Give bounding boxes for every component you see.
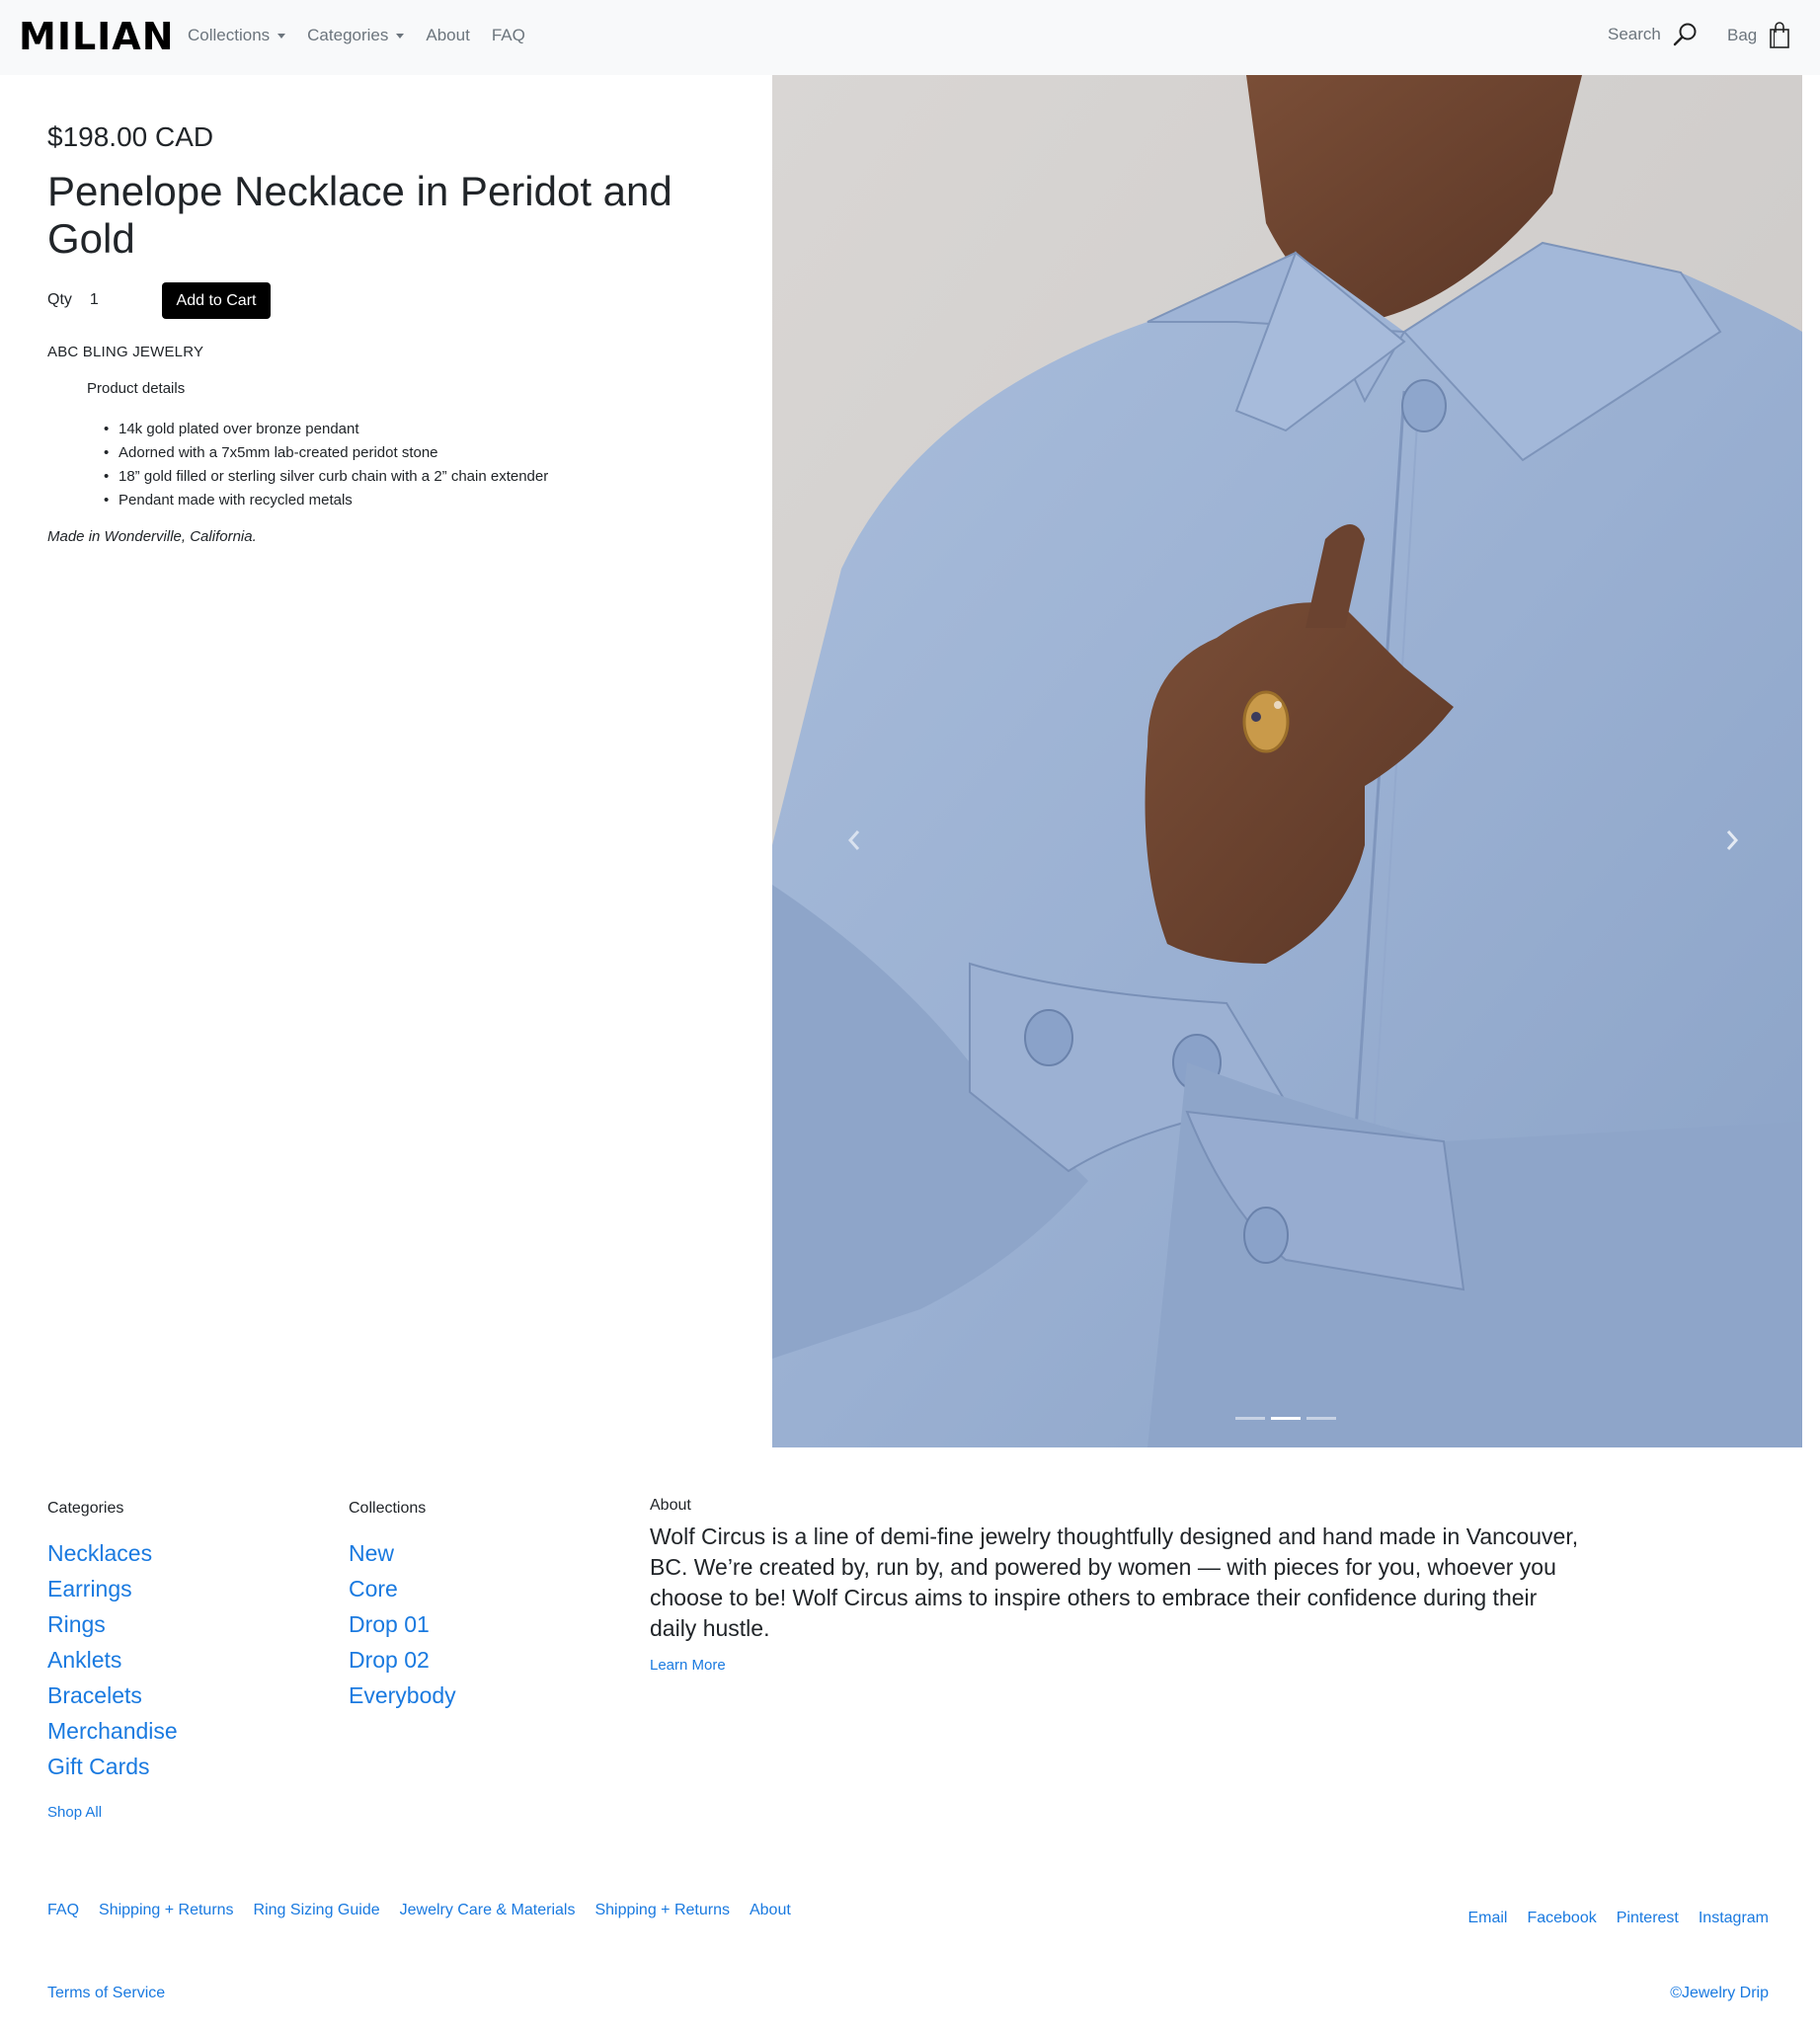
carousel-indicator[interactable] (1235, 1417, 1265, 1420)
nav-categories-label: Categories (307, 26, 389, 44)
carousel-indicators (1235, 1417, 1336, 1420)
social-instagram-link[interactable]: Instagram (1699, 1910, 1769, 1927)
footer-link-rings[interactable]: Rings (47, 1606, 178, 1642)
shopping-bag-icon (1770, 22, 1790, 48)
footer-categories-heading: Categories (47, 1500, 124, 1517)
nav-categories-dropdown[interactable]: Categories (307, 26, 405, 45)
search-label: Search (1608, 25, 1661, 43)
chevron-down-icon (396, 33, 405, 39)
add-to-cart-button[interactable]: Add to Cart (162, 282, 271, 319)
list-item: Adorned with a 7x5mm lab-created peridot… (104, 441, 548, 465)
footer-link-merchandise[interactable]: Merchandise (47, 1713, 178, 1749)
quantity-input[interactable] (89, 285, 159, 315)
brand-logo[interactable]: MILIAN (19, 14, 175, 59)
footer-categories-list: Necklaces Earrings Rings Anklets Bracele… (47, 1535, 178, 1784)
footer-ring-sizing-link[interactable]: Ring Sizing Guide (254, 1902, 380, 1919)
product-photo (772, 75, 1802, 1447)
footer-link-earrings[interactable]: Earrings (47, 1571, 178, 1606)
footer-link-bracelets[interactable]: Bracelets (47, 1678, 178, 1713)
carousel-next-button[interactable] (1717, 825, 1747, 855)
footer-bottom-links: FAQ Shipping + Returns Ring Sizing Guide… (47, 1902, 811, 1919)
footer-link-everybody[interactable]: Everybody (349, 1678, 456, 1713)
social-pinterest-link[interactable]: Pinterest (1617, 1910, 1679, 1927)
qty-label: Qty (47, 291, 72, 308)
social-facebook-link[interactable]: Facebook (1527, 1910, 1596, 1927)
footer-link-anklets[interactable]: Anklets (47, 1642, 178, 1678)
bag-label: Bag (1727, 26, 1758, 44)
list-item: 18” gold filled or sterling silver curb … (104, 465, 548, 489)
nav-collections-label: Collections (188, 26, 271, 44)
carousel-indicator[interactable] (1306, 1417, 1336, 1420)
footer-collections-list: New Core Drop 01 Drop 02 Everybody (349, 1535, 456, 1713)
social-email-link[interactable]: Email (1467, 1910, 1507, 1927)
navbar: MILIAN Collections Categories About FAQ … (0, 0, 1820, 75)
footer-faq-link[interactable]: FAQ (47, 1902, 79, 1919)
product-image-carousel[interactable] (772, 75, 1802, 1447)
footer-about-text: Wolf Circus is a line of demi-fine jewel… (650, 1523, 1579, 1641)
nav-faq-link[interactable]: FAQ (492, 26, 525, 45)
quantity-stepper: ▲ ▼ (89, 285, 181, 315)
learn-more-link[interactable]: Learn More (650, 1657, 726, 1674)
carousel-prev-button[interactable] (839, 825, 869, 855)
quantity-row: Qty ▲ ▼ (47, 282, 181, 318)
chevron-right-icon (1726, 830, 1739, 850)
carousel-indicator-active[interactable] (1271, 1417, 1301, 1420)
chevron-down-icon (277, 33, 286, 39)
footer-shipping-returns-link[interactable]: Shipping + Returns (99, 1902, 234, 1919)
shop-all-link[interactable]: Shop All (47, 1804, 102, 1821)
list-item: 14k gold plated over bronze pendant (104, 418, 548, 441)
made-in-text: Made in Wonderville, California. (47, 528, 257, 545)
nav-about-link[interactable]: About (426, 26, 469, 45)
footer-about-link[interactable]: About (750, 1902, 791, 1919)
footer-link-new[interactable]: New (349, 1535, 456, 1571)
footer-link-drop-01[interactable]: Drop 01 (349, 1606, 456, 1642)
footer-shipping-returns-link-2[interactable]: Shipping + Returns (594, 1902, 730, 1919)
product-details-heading: Product details (87, 380, 186, 397)
footer-link-gift-cards[interactable]: Gift Cards (47, 1749, 178, 1784)
nav-collections-dropdown[interactable]: Collections (188, 26, 286, 45)
chevron-left-icon (847, 830, 860, 850)
footer-link-drop-02[interactable]: Drop 02 (349, 1642, 456, 1678)
footer-link-necklaces[interactable]: Necklaces (47, 1535, 178, 1571)
product-price: $198.00 CAD (47, 121, 214, 152)
terms-of-service-link[interactable]: Terms of Service (47, 1985, 165, 2002)
search-button[interactable]: Search (1608, 22, 1699, 47)
copyright-text: ©Jewelry Drip (1670, 1985, 1769, 2001)
footer-social-links: Email Facebook Pinterest Instagram (1448, 1910, 1769, 1927)
list-item: Pendant made with recycled metals (104, 489, 548, 512)
footer-jewelry-care-link[interactable]: Jewelry Care & Materials (400, 1902, 576, 1919)
product-details-list: 14k gold plated over bronze pendant Ador… (104, 418, 548, 512)
product-title: Penelope Necklace in Peridot and Gold (47, 168, 673, 262)
footer-link-core[interactable]: Core (349, 1571, 456, 1606)
product-brand: ABC BLING JEWELRY (47, 344, 204, 360)
footer-about-heading: About (650, 1497, 691, 1514)
search-icon (1673, 23, 1697, 46)
footer-collections-heading: Collections (349, 1500, 427, 1517)
bag-button[interactable]: Bag (1727, 22, 1790, 49)
nav-links: Collections Categories About FAQ (188, 26, 547, 45)
